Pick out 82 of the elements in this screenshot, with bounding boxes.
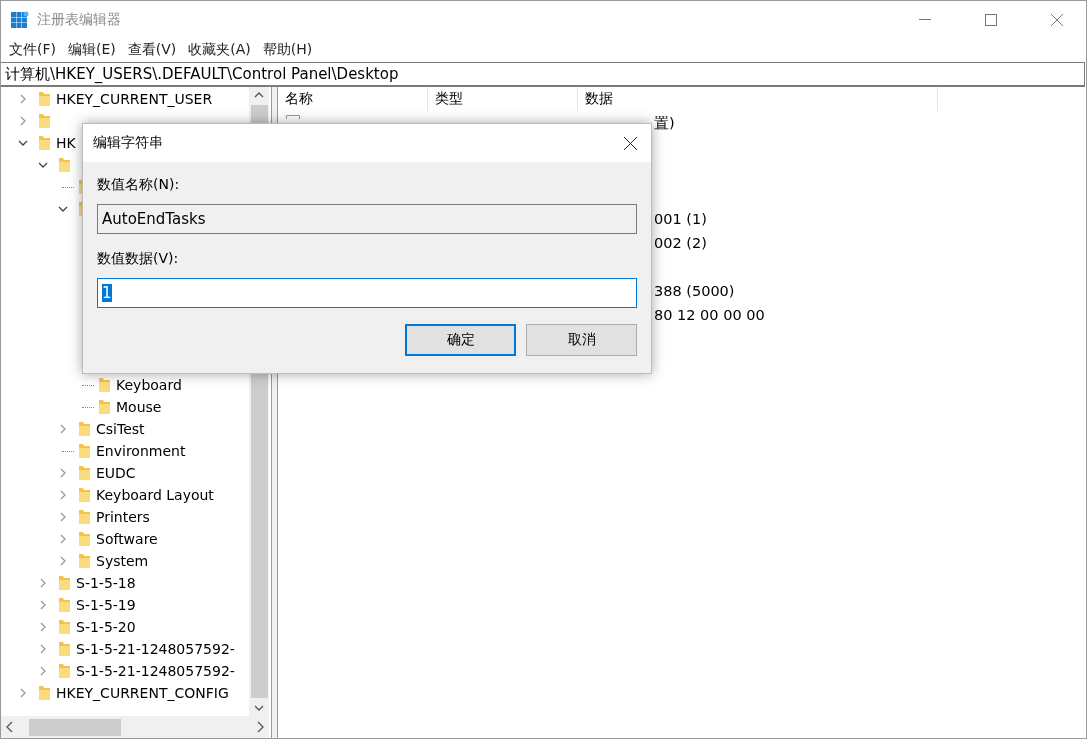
value-data: 388 (5000) — [654, 283, 735, 299]
value-name-field[interactable]: AutoEndTasks — [97, 204, 637, 234]
tree-item[interactable]: S-1-5-20 — [76, 619, 136, 635]
horizontal-scrollbar[interactable] — [1, 716, 269, 738]
chevron-down-icon[interactable] — [18, 138, 28, 148]
tree-item[interactable]: CsiTest — [96, 421, 145, 437]
chevron-down-icon[interactable] — [58, 204, 68, 214]
dialog-button[interactable]: 取消 — [526, 324, 637, 356]
menu-item[interactable]: 文件(F) — [3, 41, 62, 59]
chevron-down-icon[interactable] — [38, 160, 48, 170]
folder-icon — [78, 509, 91, 525]
folder-icon — [38, 113, 51, 129]
folder-icon — [58, 157, 71, 173]
chevron-right-icon[interactable] — [18, 116, 28, 126]
chevron-right-icon[interactable] — [58, 512, 68, 522]
folder-icon — [98, 377, 111, 393]
minimize-icon[interactable] — [919, 18, 931, 21]
chevron-right-icon[interactable] — [38, 600, 48, 610]
column-header[interactable]: 数据 — [578, 87, 938, 111]
chevron-right-icon[interactable] — [58, 468, 68, 478]
chevron-right-icon[interactable] — [58, 424, 68, 434]
tree-item[interactable]: Keyboard — [116, 377, 182, 393]
chevron-right-icon[interactable] — [38, 578, 48, 588]
folder-icon — [58, 641, 71, 657]
folder-icon — [58, 575, 71, 591]
chevron-right-icon[interactable] — [58, 534, 68, 544]
window-title: 注册表编辑器 — [37, 10, 122, 29]
tree-item[interactable]: S-1-5-18 — [76, 575, 136, 591]
folder-icon — [78, 421, 91, 437]
folder-icon — [78, 443, 91, 459]
folder-icon — [78, 465, 91, 481]
chevron-right-icon[interactable] — [38, 666, 48, 676]
folder-icon — [38, 685, 51, 701]
dialog-title: 编辑字符串 — [93, 134, 164, 152]
dialog-button[interactable]: 确定 — [405, 324, 516, 356]
maximize-icon[interactable] — [985, 13, 997, 26]
folder-icon — [38, 91, 51, 107]
value-data: 001 (1) — [654, 211, 707, 227]
tree-item[interactable]: System — [96, 553, 149, 569]
folder-icon — [58, 597, 71, 613]
tree-item[interactable]: S-1-5-21-1248057592- — [76, 641, 235, 657]
value-data-field[interactable]: 1 — [97, 278, 637, 308]
chevron-right-icon[interactable] — [18, 688, 28, 698]
tree-item[interactable]: Printers — [96, 509, 150, 525]
tree-item[interactable]: HK — [56, 135, 76, 151]
tree-item[interactable]: Environment — [96, 443, 186, 459]
folder-icon — [78, 487, 91, 503]
folder-icon — [58, 619, 71, 635]
menu-item[interactable]: 帮助(H) — [256, 41, 319, 59]
tree-item[interactable]: S-1-5-21-1248057592- — [76, 663, 235, 679]
menu-item[interactable]: 查看(V) — [121, 41, 183, 59]
tree-item[interactable]: EUDC — [96, 465, 136, 481]
folder-icon — [98, 399, 111, 415]
tree-item[interactable]: Software — [96, 531, 158, 547]
tree-item[interactable]: HKEY_CURRENT_CONFIG — [56, 685, 229, 701]
folder-icon — [78, 553, 91, 569]
close-icon[interactable] — [624, 136, 637, 150]
field-label: 数值数据(V): — [97, 250, 179, 268]
tree-item[interactable]: S-1-5-19 — [76, 597, 136, 613]
tree-item[interactable]: Keyboard Layout — [96, 487, 214, 503]
folder-icon — [58, 663, 71, 679]
address-bar[interactable]: 计算机\HKEY_USERS\.DEFAULT\Control Panel\Desktop — [1, 62, 1085, 87]
folder-icon — [78, 531, 91, 547]
column-header[interactable]: 类型 — [428, 87, 578, 111]
menu-item[interactable]: 收藏夹(A) — [182, 41, 257, 59]
scroll-right-icon[interactable] — [255, 721, 265, 733]
tree-item[interactable]: HKEY_CURRENT_USER — [56, 91, 213, 107]
chevron-right-icon[interactable] — [18, 94, 28, 104]
folder-icon — [38, 135, 51, 151]
chevron-right-icon[interactable] — [38, 622, 48, 632]
registry-grid-icon — [11, 10, 29, 29]
value-data: 置) — [654, 113, 675, 133]
chevron-right-icon[interactable] — [38, 644, 48, 654]
chevron-right-icon[interactable] — [58, 490, 68, 500]
column-header[interactable]: 名称 — [278, 87, 428, 111]
chevron-right-icon[interactable] — [58, 556, 68, 566]
field-label: 数值名称(N): — [97, 176, 180, 194]
menu-item[interactable]: 编辑(E) — [62, 41, 122, 59]
value-data: 80 12 00 00 00 — [654, 307, 765, 323]
value-data: 002 (2) — [654, 235, 707, 251]
scroll-left-icon[interactable] — [5, 721, 15, 733]
tree-item[interactable]: Mouse — [116, 399, 162, 415]
